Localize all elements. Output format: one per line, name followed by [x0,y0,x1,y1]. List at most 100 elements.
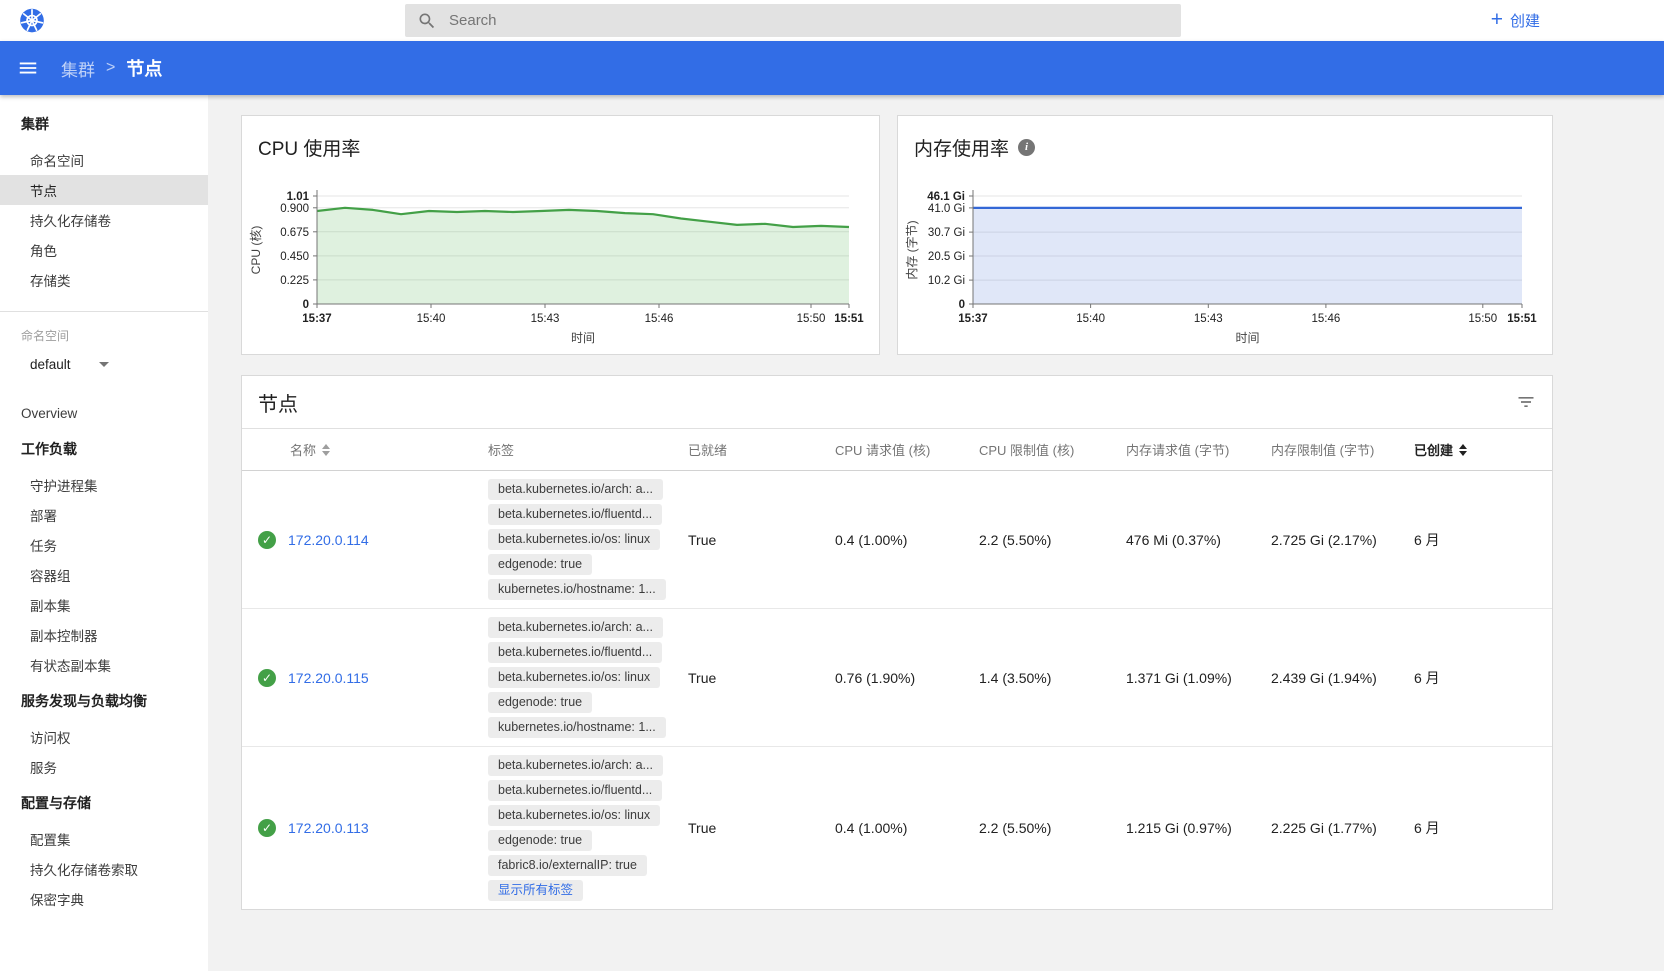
memory-chart-title: 内存使用率 [914,134,1009,161]
cell-memory-requests: 1.371 Gi (1.09%) [1126,670,1271,686]
column-header-label: CPU 请求值 (核) [835,440,930,459]
cpu-chart-title: CPU 使用率 [258,134,360,161]
breadcrumb-current: 节点 [126,55,162,81]
sidebar-item[interactable]: 任务 [0,530,208,560]
cell-labels: beta.kubernetes.io/arch: a... beta.kubern… [488,755,688,901]
cell-labels: beta.kubernetes.io/arch: a... beta.kubern… [488,617,688,738]
sidebar-item[interactable]: 节点 [0,175,208,205]
cell-cpu-limits: 1.4 (3.50%) [979,670,1126,686]
column-header: 内存限制值 (字节) [1271,440,1414,459]
sidebar-item[interactable]: 访问权 [0,722,208,752]
node-label-chip: beta.kubernetes.io/arch: a... [488,755,663,776]
svg-text:15:43: 15:43 [531,313,560,325]
sidebar-item[interactable]: 持久化存储卷 [0,205,208,235]
sidebar-item[interactable]: 有状态副本集 [0,650,208,680]
sidebar-item[interactable]: 容器组 [0,560,208,590]
cell-memory-requests: 476 Mi (0.37%) [1126,532,1271,548]
sidebar-item[interactable]: 角色 [0,235,208,265]
node-label-chip: beta.kubernetes.io/fluentd... [488,780,662,801]
cpu-usage-chart: 00.2250.4500.6750.9001.0115:3715:4015:43… [242,168,879,354]
column-header-label: CPU 限制值 (核) [979,440,1074,459]
create-button-label: 创建 [1510,10,1540,31]
menu-icon[interactable] [17,57,39,79]
sidebar-item[interactable]: 守护进程集 [0,470,208,500]
column-header-label: 名称 [290,440,316,459]
sidebar-section-header: 工作负载 [0,434,208,464]
nodes-card: 节点 名称标签已就绪CPU 请求值 (核)CPU 限制值 (核)内存请求值 (字… [241,375,1553,910]
memory-usage-card: 内存使用率 i 010.2 Gi20.5 Gi30.7 Gi41.0 Gi46.… [897,115,1553,355]
namespace-select[interactable]: default [0,346,208,382]
filter-icon[interactable] [1516,392,1536,412]
column-header: CPU 限制值 (核) [979,440,1126,459]
table-row: ✓172.20.0.115beta.kubernetes.io/arch: a.… [242,609,1552,747]
node-link[interactable]: 172.20.0.114 [288,532,369,548]
sidebar-item[interactable]: 配置集 [0,824,208,854]
sidebar-item[interactable]: 服务 [0,752,208,782]
column-header: CPU 请求值 (核) [835,440,979,459]
svg-text:15:51: 15:51 [834,313,864,325]
sort-arrows-icon [322,444,330,456]
svg-text:15:37: 15:37 [958,313,987,325]
breadcrumb: 集群 > 节点 [61,55,162,81]
svg-text:15:46: 15:46 [645,313,674,325]
create-button[interactable]: + 创建 [1491,0,1540,41]
cell-created: 6 月 [1414,818,1536,838]
sort-up-arrow-icon [1459,444,1467,449]
cell-name: ✓172.20.0.115 [258,669,488,687]
cell-ready: True [688,532,835,548]
breadcrumb-separator-icon: > [106,59,115,77]
svg-text:时间: 时间 [571,331,595,345]
sort-down-arrow-icon [322,451,330,456]
status-ok-icon: ✓ [258,819,276,837]
svg-text:15:50: 15:50 [1468,313,1497,325]
cell-memory-limits: 2.725 Gi (2.17%) [1271,532,1414,548]
show-all-labels-link[interactable]: 显示所有标签 [488,880,583,901]
column-header-label: 内存限制值 (字节) [1271,440,1374,459]
info-icon[interactable]: i [1018,139,1035,156]
cell-labels: beta.kubernetes.io/arch: a...beta.kubern… [488,479,688,600]
sidebar-item[interactable]: 副本控制器 [0,620,208,650]
node-label-chip: edgenode: true [488,554,592,575]
app-bar: 集群 > 节点 [0,41,1664,95]
nodes-table-title: 节点 [258,388,298,417]
node-link[interactable]: 172.20.0.115 [288,670,369,686]
sidebar-item[interactable]: 持久化存储卷索取 [0,854,208,884]
sidebar-section-header: 服务发现与负载均衡 [0,686,208,716]
column-header: 标签 [488,440,688,459]
column-header[interactable]: 名称 [258,440,488,459]
sidebar-item[interactable]: 存储类 [0,265,208,295]
svg-text:15:40: 15:40 [1076,313,1105,325]
search-input[interactable] [449,12,1169,29]
svg-text:46.1 Gi: 46.1 Gi [927,191,965,203]
table-row: ✓172.20.0.114beta.kubernetes.io/arch: a.… [242,471,1552,609]
cell-memory-limits: 2.439 Gi (1.94%) [1271,670,1414,686]
sidebar-item[interactable]: Overview [0,398,208,428]
sidebar: 集群命名空间节点持久化存储卷角色存储类命名空间defaultOverview工作… [0,95,208,971]
node-link[interactable]: 172.20.0.113 [288,820,369,836]
content-area: CPU 使用率 00.2250.4500.6750.9001.0115:3715… [208,95,1664,971]
sort-up-arrow-icon [322,444,330,449]
sidebar-item[interactable]: 副本集 [0,590,208,620]
nodes-table-header: 名称标签已就绪CPU 请求值 (核)CPU 限制值 (核)内存请求值 (字节)内… [242,429,1552,471]
cpu-usage-card: CPU 使用率 00.2250.4500.6750.9001.0115:3715… [241,115,880,355]
sort-arrows-icon [1459,444,1467,456]
cell-memory-limits: 2.225 Gi (1.77%) [1271,820,1414,836]
node-label-chip: beta.kubernetes.io/fluentd... [488,642,662,663]
column-header[interactable]: 已创建 [1414,440,1536,459]
sidebar-item[interactable]: 保密字典 [0,884,208,914]
svg-text:1.01: 1.01 [287,191,310,203]
svg-text:30.7 Gi: 30.7 Gi [928,227,965,239]
namespace-caption: 命名空间 [0,324,208,346]
cell-created: 6 月 [1414,530,1536,550]
cell-memory-requests: 1.215 Gi (0.97%) [1126,820,1271,836]
sidebar-item[interactable]: 部署 [0,500,208,530]
search-bar [405,4,1181,37]
svg-text:内存 (字节): 内存 (字节) [904,220,919,279]
nodes-table-body: ✓ 172.20.0.114 beta.kubernetes.io/arch: a.… [242,471,1552,909]
column-header: 已就绪 [688,440,835,459]
sidebar-divider [0,311,208,312]
sidebar-item[interactable]: 命名空间 [0,145,208,175]
cell-created: 6 月 [1414,668,1536,688]
breadcrumb-parent-link[interactable]: 集群 [61,56,95,81]
node-label-chip: beta.kubernetes.io/arch: a... [488,617,663,638]
